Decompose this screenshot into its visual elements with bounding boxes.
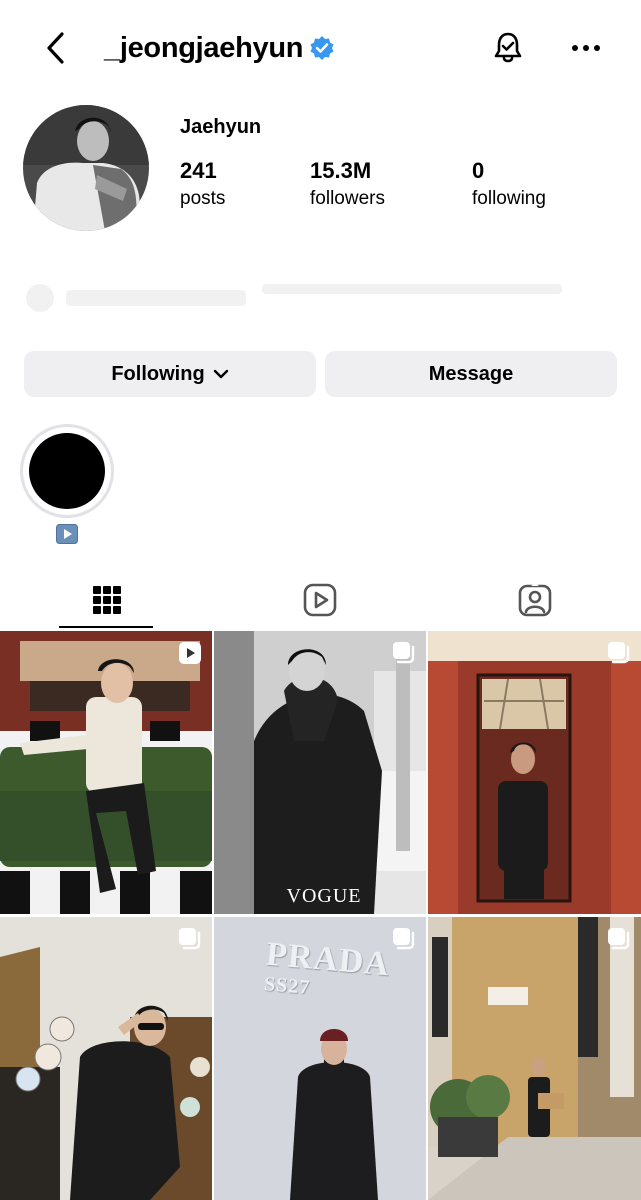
following-button[interactable]: Following bbox=[24, 351, 316, 397]
notification-button[interactable] bbox=[488, 28, 528, 68]
posts-grid: VOGUE PRADA SS27 bbox=[0, 631, 641, 1200]
following-stat[interactable]: 0 following bbox=[472, 158, 546, 210]
content-tabs bbox=[0, 572, 641, 628]
posts-count: 241 bbox=[180, 158, 217, 183]
post-thumbnail[interactable] bbox=[428, 917, 641, 1200]
more-horizontal-icon bbox=[572, 45, 600, 51]
highlight-cover bbox=[29, 433, 105, 509]
carousel-icon bbox=[608, 642, 630, 664]
post-caption-subtext: SS27 bbox=[263, 973, 312, 999]
active-tab-indicator bbox=[59, 626, 153, 628]
message-button-label: Message bbox=[428, 362, 514, 385]
post-thumbnail[interactable] bbox=[428, 631, 641, 914]
chevron-down-icon bbox=[213, 369, 229, 379]
username: _jeongjaehyun bbox=[104, 31, 304, 64]
carousel-icon bbox=[393, 642, 415, 664]
followers-stat[interactable]: 15.3M followers bbox=[310, 158, 385, 210]
username-header: _jeongjaehyun bbox=[104, 28, 335, 68]
top-bar: _jeongjaehyun bbox=[0, 0, 641, 96]
carousel-icon bbox=[393, 928, 415, 950]
reels-icon bbox=[303, 583, 336, 617]
reel-play-icon bbox=[179, 642, 201, 664]
following-count: 0 bbox=[472, 158, 485, 183]
more-options-button[interactable] bbox=[566, 28, 606, 68]
chevron-left-icon bbox=[47, 32, 64, 64]
bell-check-icon bbox=[494, 32, 522, 63]
following-label: following bbox=[472, 188, 546, 209]
post-thumbnail[interactable]: PRADA SS27 bbox=[214, 917, 426, 1200]
post-thumbnail[interactable]: VOGUE bbox=[214, 631, 426, 914]
message-button[interactable]: Message bbox=[325, 351, 617, 397]
back-button[interactable] bbox=[40, 28, 70, 68]
post-thumbnail[interactable] bbox=[0, 917, 212, 1200]
tab-tagged[interactable] bbox=[428, 572, 641, 628]
carousel-icon bbox=[179, 928, 201, 950]
followers-count: 15.3M bbox=[310, 158, 372, 183]
post-caption-text: VOGUE bbox=[286, 885, 362, 907]
profile-avatar[interactable] bbox=[23, 105, 149, 231]
story-highlight[interactable] bbox=[20, 424, 114, 518]
post-thumbnail[interactable] bbox=[0, 631, 212, 914]
posts-label: posts bbox=[180, 188, 226, 209]
tab-reels[interactable] bbox=[213, 572, 426, 628]
play-emoji-icon bbox=[56, 524, 78, 544]
bio-ghost bbox=[22, 276, 582, 320]
posts-stat[interactable]: 241 posts bbox=[180, 158, 225, 210]
verified-badge-icon bbox=[309, 35, 335, 61]
tagged-icon bbox=[518, 583, 551, 617]
grid-icon bbox=[92, 586, 121, 614]
following-button-label: Following bbox=[111, 362, 205, 385]
display-name: Jaehyun bbox=[180, 116, 262, 138]
tab-posts-grid[interactable] bbox=[0, 572, 213, 628]
carousel-icon bbox=[608, 928, 630, 950]
followers-label: followers bbox=[310, 188, 385, 209]
